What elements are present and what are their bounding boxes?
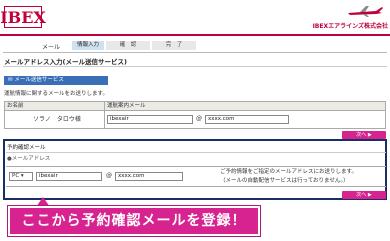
at-sign: @ [196,115,202,122]
next-label: 次へ [356,192,367,198]
mail-service-tab-label: メール送信サービス [14,77,64,83]
page-title: メールアドレス入力(メール送信サービス) [4,58,127,66]
logo-text: IBEX [0,7,46,27]
company-name: IBEXエアラインズ株式会社 [312,23,388,30]
banner-text: ここから予約確認メールを登録！ [21,213,247,229]
reservation-email-box: 予約確認メール ●メールアドレス PC ▾ ibexair @ xxxx.com… [3,139,387,200]
service-email-local-input[interactable]: ibexair [107,115,193,124]
next-label: 次へ [356,132,367,138]
progress-steps: 情報入力 確 認 完 了 [72,41,198,50]
reservation-email-row: PC ▾ ibexair @ xxxx.com ご予約情報をご指定のメールアドレ… [6,166,386,187]
mail-service-tab: ✉ メール送信サービス [4,76,108,85]
name-header: お名前 [5,102,105,111]
device-select[interactable]: PC ▾ [9,172,33,181]
service-table: お名前 運航案内メール ソラノ タロウ様 ibexair @ xxxx.com [4,101,386,129]
passenger-name: ソラノ タロウ様 [5,111,105,128]
email-address-label: ●メールアドレス [7,156,51,162]
reservation-title: 予約確認メール [7,145,46,151]
ibex-logo[interactable]: IBEX [0,6,46,28]
service-description: 運航情報に関するメールをお送りします。 [4,91,108,97]
service-next-button[interactable]: 次へ ▶ [342,131,386,139]
step-section-label: メール [42,44,61,51]
airplane-icon [348,6,383,17]
title-divider [3,66,387,67]
device-select-value: PC [12,173,20,179]
email-header: 運航案内メール [105,102,385,111]
steps-divider [3,52,387,53]
reservation-next-button[interactable]: 次へ ▶ [342,191,386,199]
reservation-note-line-1: ご予約情報をご指定のメールアドレスにお送りします。 [220,169,357,175]
step-input: 情報入力 [72,41,104,50]
step-complete: 完 了 [152,41,196,50]
reservation-note-line-2: （メールの自動配信サービスは行っておりません。） [220,178,349,184]
chevron-down-icon: ▾ [20,173,24,179]
step-confirm: 確 認 [106,41,150,50]
site-header: IBEX IBEXエアラインズ株式会社 [0,0,390,36]
at-sign: @ [106,172,112,179]
reservation-email-local-input[interactable]: ibexair [36,172,102,181]
service-email-domain-input[interactable]: xxxx.com [205,115,289,124]
reservation-email-domain-input[interactable]: xxxx.com [115,172,183,181]
reservation-divider [6,152,386,153]
header-divider [0,34,390,36]
register-callout-banner: ここから予約確認メールを登録！ [8,206,260,236]
